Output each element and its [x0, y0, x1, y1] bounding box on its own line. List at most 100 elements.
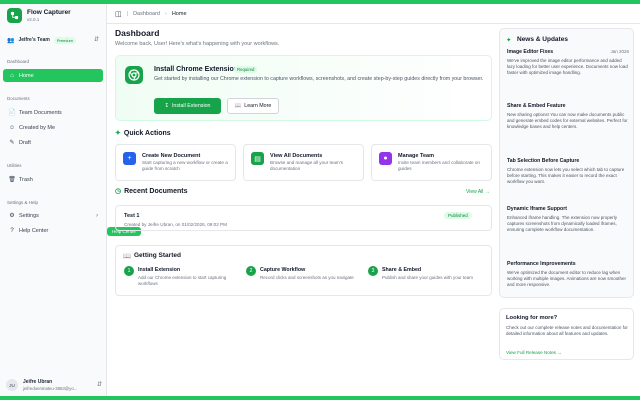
sidebar-item-trash[interactable]: 🗑 Trash: [3, 173, 103, 186]
sidebar-item-settings[interactable]: ⚙ Settings ›: [3, 209, 103, 222]
news-item-desc: New sharing options! You can now make do…: [507, 112, 628, 130]
sidebar-item-label: Created by Me: [19, 124, 56, 131]
document-icon: 📄: [8, 110, 16, 116]
news-item-desc: Chrome extension now lets you select whi…: [507, 167, 625, 185]
news-item: Share & Embed Feature New sharing option…: [507, 103, 629, 131]
team-users-icon: 👥: [7, 37, 15, 44]
install-extension-card: Install Chrome Extension Required Get st…: [115, 55, 492, 121]
quick-actions-title: Quick Actions: [123, 130, 171, 137]
sparkle-icon: ✦: [115, 130, 121, 137]
news-item: Dynamic Iframe Support Enhanced iframe h…: [507, 206, 629, 234]
step-number: 3: [368, 266, 378, 276]
news-item: Tab Selection Before Capture Chrome exte…: [507, 158, 629, 186]
user-menu[interactable]: JU Jeifre Ubran jeifredoenmateu-3863@yo.…: [6, 376, 102, 394]
quick-action-name: Manage Team: [398, 153, 434, 159]
news-item-title: Dynamic Iframe Support: [507, 206, 567, 212]
section-title-dashboard: Dashboard: [7, 59, 30, 64]
breadcrumb-separator-icon: ›: [164, 10, 167, 17]
extension-title: Install Chrome Extension: [154, 66, 239, 73]
quick-action-desc: Start capturing a new workflow or create…: [142, 160, 228, 171]
sidebar-item-help-center[interactable]: ? Help Center: [3, 224, 103, 237]
quick-action-desc: Invite team members and collaborate on g…: [398, 160, 480, 171]
quick-action-name: View All Documents: [270, 153, 323, 159]
brand-version: v2.0.1: [27, 16, 40, 22]
sidebar-toggle-icon[interactable]: ◫: [115, 10, 122, 18]
chevron-updown-icon: ⇵: [96, 382, 102, 388]
required-badge: Required: [234, 66, 258, 73]
section-title-settings: Settings & Help: [7, 200, 39, 205]
page-title: Dashboard: [115, 28, 160, 38]
learn-more-label: Learn More: [244, 103, 272, 109]
users-icon: ●: [379, 152, 392, 165]
more-description: Check out our complete release notes and…: [506, 325, 628, 337]
team-switcher[interactable]: 👥 Jeifre's Team Premium ⇵: [7, 34, 99, 46]
install-extension-label: Install Extension: [171, 103, 211, 109]
news-item: Performance Improvements We've optimized…: [507, 261, 629, 289]
breadcrumb-current: Home: [171, 10, 187, 17]
section-title-utilities: Utilities: [7, 163, 22, 168]
step-number: 1: [124, 266, 134, 276]
sidebar-item-label: Draft: [19, 139, 31, 146]
recent-documents-title: Recent Documents: [124, 188, 188, 195]
quick-action-desc: Browse and manage all your team's docume…: [270, 160, 343, 171]
sidebar-item-label: Team Documents: [19, 109, 62, 116]
sidebar-item-home[interactable]: ⌂ Home: [3, 69, 103, 82]
chevron-updown-icon: ⇵: [93, 37, 99, 43]
user-icon: ☺: [8, 124, 16, 131]
news-item-date: Jan 2026: [610, 49, 629, 54]
brand-name: Flow Capturer: [27, 8, 71, 16]
quick-action-manage-team[interactable]: ● Manage Team Invite team members and co…: [371, 144, 492, 181]
breadcrumb-dashboard[interactable]: Dashboard: [133, 11, 160, 17]
quick-action-create-document[interactable]: + Create New Document Start capturing a …: [115, 144, 236, 181]
news-item: Image Editor Fixes Jan 2026 We've improv…: [507, 49, 629, 77]
getting-started-card: 📖 Getting Started 1 Install Extension Ad…: [115, 245, 492, 296]
release-notes-link[interactable]: View Full Release Notes →: [506, 350, 562, 355]
sidebar-item-label: Help Center: [19, 227, 49, 234]
getting-started-title: Getting Started: [134, 252, 181, 259]
learn-more-button[interactable]: 📖 Learn More: [227, 98, 279, 114]
news-item-desc: We've optimized the document editor to r…: [507, 270, 627, 288]
news-item-desc: We've improved the image editor performa…: [507, 58, 628, 76]
sidebar-item-created-by-me[interactable]: ☺ Created by Me: [3, 121, 103, 134]
install-extension-button[interactable]: ↧ Install Extension: [154, 98, 221, 114]
breadcrumb-divider: |: [126, 10, 129, 17]
news-item-title: Share & Embed Feature: [507, 103, 566, 109]
sidebar-item-label: Trash: [19, 176, 33, 183]
user-name: Jeifre Ubran: [23, 378, 53, 385]
news-panel: ✦ News & Updates Image Editor Fixes Jan …: [499, 28, 634, 298]
section-title-documents: Documents: [7, 96, 30, 101]
news-item-title: Tab Selection Before Capture: [507, 158, 580, 164]
extension-description: Get started by installing our Chrome ext…: [154, 76, 484, 82]
sparkle-icon: ✦: [506, 37, 512, 44]
sidebar-item-draft[interactable]: ✎ Draft: [3, 136, 103, 149]
sidebar-item-team-documents[interactable]: 📄 Team Documents: [3, 106, 103, 119]
news-item-desc: Enhanced iframe handling. The extension …: [507, 215, 617, 233]
home-icon: ⌂: [10, 72, 14, 79]
step-name: Install Extension: [138, 267, 181, 273]
help-icon: ?: [10, 227, 14, 234]
sidebar-item-label: Settings: [19, 212, 39, 219]
draft-icon: ✎: [9, 140, 15, 146]
user-email: jeifredoenmateu-3863@yo...: [23, 385, 78, 391]
team-plan-badge: Premium: [53, 36, 76, 44]
document-meta: Created by Jeifre Ubran, on 01/02/2026, …: [124, 222, 227, 227]
more-card: Looking for more? Check out our complete…: [499, 308, 634, 360]
step-desc: Publish and share your guides with your …: [382, 275, 474, 280]
recent-documents-heading: ◷ Recent Documents: [115, 187, 188, 195]
plus-icon: +: [123, 152, 136, 165]
step-desc: Add our Chrome extension to start captur…: [138, 275, 227, 286]
bottom-accent-bar: [0, 396, 640, 400]
step-number: 2: [246, 266, 256, 276]
news-item-title: Performance Improvements: [507, 261, 576, 267]
quick-action-name: Create New Document: [142, 153, 201, 159]
quick-action-view-documents[interactable]: ▤ View All Documents Browse and manage a…: [243, 144, 364, 181]
document-name: Test 1: [124, 213, 140, 219]
quick-actions-heading: ✦ Quick Actions: [115, 129, 171, 137]
brand[interactable]: Flow Capturer v2.0.1: [7, 8, 71, 23]
sidebar: Flow Capturer v2.0.1 👥 Jeifre's Team Pre…: [0, 4, 107, 396]
table-row[interactable]: Test 1 Created by Jeifre Ubran, on 01/02…: [115, 205, 492, 231]
view-all-link[interactable]: View All →: [466, 189, 490, 195]
team-name: Jeifre's Team: [18, 37, 50, 43]
trash-icon: 🗑: [8, 177, 16, 183]
download-icon: ↧: [164, 103, 169, 109]
